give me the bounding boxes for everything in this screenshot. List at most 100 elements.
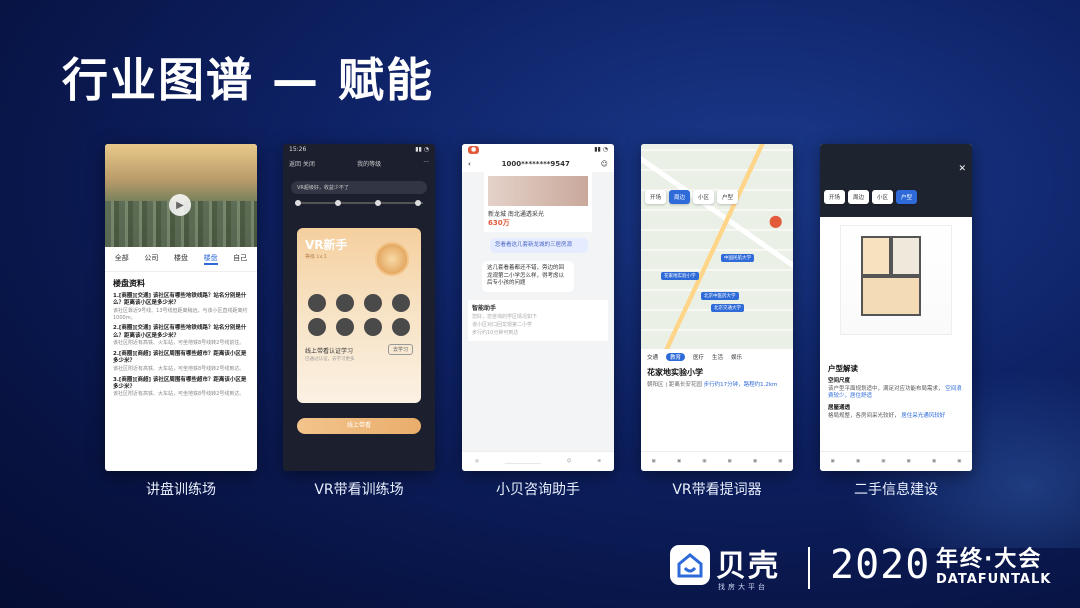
question: 2.[商圈][商超] 该社区周围有哪些超市？距离该小区是多少米？: [113, 350, 247, 365]
toolbar-icon[interactable]: ▣: [652, 459, 656, 464]
level-dot: [335, 200, 341, 206]
status-time: 15:26: [289, 146, 307, 153]
assistant-line: 该小区对口回龙观第二小学: [472, 322, 533, 329]
assistant-panel: 智能助手 您好，您咨询的学区情况如下 该小区对口回龙观第二小学 步行约10分钟可…: [468, 299, 608, 342]
skill-grid: [305, 294, 413, 336]
toolbar-icon[interactable]: ▣: [881, 459, 885, 464]
toolbar-icon[interactable]: ▣: [957, 459, 961, 464]
cta-button[interactable]: 线上带看: [297, 418, 421, 434]
add-icon[interactable]: ⊕: [597, 459, 601, 464]
school-name: 花家地实验小学: [647, 368, 703, 377]
chip-nearby[interactable]: 周边: [669, 190, 691, 204]
question: 2.[商圈][交通] 该社区有哪些地铁线路？站名分别是什么？距离该小区是多少米？: [113, 325, 247, 339]
phone-pitch-training: ▶ 全部 公司 楼盘 楼盘 自己 楼盘资料 1.[商圈][交通] 该社区有哪些地…: [105, 144, 257, 471]
floor-plan[interactable]: [840, 225, 952, 335]
tab-education[interactable]: 教育: [666, 353, 686, 361]
item-text: 格局规整，各房间采光较好，: [828, 412, 900, 419]
course-subtitle: 已通过认证，去学习更多: [305, 357, 355, 362]
skill-icon[interactable]: [336, 318, 354, 336]
answer: 该社区附近有高铁、火车站，可坐地铁8号线转2号线前往。: [113, 340, 245, 347]
tab-bar: 全部 公司 楼盘 楼盘 自己: [105, 247, 257, 272]
item-heading: 居屋通透: [828, 405, 851, 412]
chip-layout[interactable]: 户型: [896, 190, 918, 204]
toolbar-icon[interactable]: ▣: [831, 459, 835, 464]
tab-entertainment[interactable]: 娱乐: [731, 353, 742, 361]
phone-secondhand-info: 开场 周边 小区 户型 ✕ 户型解读 空间尺度 该户型平面规划适中，满足对应功能…: [820, 144, 972, 471]
chip-opening[interactable]: 开场: [824, 190, 846, 204]
tab-company[interactable]: 公司: [144, 253, 158, 265]
tab-traffic[interactable]: 交通: [647, 353, 658, 361]
tab-building[interactable]: 楼盘: [174, 253, 188, 265]
item-text: 该户型平面规划适中，满足对应功能布局需求，: [828, 385, 944, 392]
more-icon[interactable]: ···: [423, 159, 429, 168]
tab-life[interactable]: 生活: [712, 353, 723, 361]
topic-chips: 开场 周边 小区 户型: [645, 190, 739, 204]
message-incoming: 这几套看着都还不错，旁边的回龙观第二小学怎么样，得考虑以后专小孩的问题: [482, 261, 574, 292]
tab-building-active[interactable]: 楼盘: [203, 253, 218, 265]
skill-icon[interactable]: [392, 294, 410, 312]
profile-icon[interactable]: ☺: [601, 160, 608, 168]
toolbar-icon[interactable]: ▣: [677, 459, 681, 464]
toolbar-icon[interactable]: ▣: [728, 459, 732, 464]
map-pin[interactable]: 中国民航大学: [721, 254, 754, 262]
study-button[interactable]: 去学习: [387, 344, 413, 355]
toolbar-icon[interactable]: ▣: [856, 459, 860, 464]
chip-community[interactable]: 小区: [872, 190, 894, 204]
toolbar-icon[interactable]: ▣: [778, 459, 782, 464]
section-title: 楼盘资料: [113, 279, 145, 288]
listing-title: 新龙城 南北通透采光: [488, 211, 544, 218]
map-view[interactable]: 开场 周边 小区 户型 中国民航大学 花家地实验小学 北京中医药大学 北京交通大…: [641, 144, 793, 349]
tab-medical[interactable]: 医疗: [693, 353, 704, 361]
tab-self[interactable]: 自己: [233, 253, 247, 265]
chip-nearby[interactable]: 周边: [848, 190, 870, 204]
bottom-toolbar: ▣ ▣ ▣ ▣ ▣ ▣: [641, 451, 793, 471]
layout-item: 居屋通透 格局规整，各房间采光较好， 居住采光通风较好: [828, 405, 964, 420]
back-icon[interactable]: ‹: [468, 160, 471, 168]
listing-price: 630万: [488, 219, 510, 227]
skill-icon[interactable]: [364, 318, 382, 336]
phone-consult-assistant: ● ▮▮ ◔ ‹ 1000********9547 ☺ 新龙城 南北通透采光 6…: [462, 144, 614, 471]
listing-card[interactable]: 新龙城 南北通透采光 630万: [484, 172, 592, 232]
input-bar[interactable]: ◎ ＿＿＿＿＿＿＿＿ ☺ ⊕: [462, 451, 614, 471]
question: 3.[商圈][商超] 该社区周围有哪些超市？距离该小区是多少米？: [113, 376, 247, 390]
toolbar-icon[interactable]: ▣: [702, 459, 706, 464]
brand-slogan: 找房大平台: [718, 583, 768, 591]
text-input[interactable]: ＿＿＿＿＿＿＿＿: [505, 459, 541, 465]
chip-community[interactable]: 小区: [693, 190, 715, 204]
back-button[interactable]: 返回 关闭: [289, 159, 315, 168]
slide-title: 行业图谱 — 赋能: [62, 53, 435, 107]
answer: 该社区附近有高铁、大车站，可坐地铁8号线转2号线到达。: [113, 391, 245, 398]
voice-icon[interactable]: ◎: [475, 459, 479, 464]
floor-plan-room: [861, 276, 921, 316]
listing-image: [488, 176, 588, 206]
answer: 该社区附近有高铁、大车站，可坐地铁8号线转2号线到达。: [113, 365, 245, 372]
toolbar-icon[interactable]: ▣: [753, 459, 757, 464]
skill-icon[interactable]: [336, 294, 354, 312]
floor-plan-room: [891, 236, 921, 276]
close-icon[interactable]: ✕: [958, 164, 966, 174]
video-thumbnail[interactable]: ▶: [105, 144, 257, 247]
skill-icon[interactable]: [364, 294, 382, 312]
emoji-icon[interactable]: ☺: [567, 459, 572, 464]
phone-vr-prompter: 开场 周边 小区 户型 中国民航大学 花家地实验小学 北京中医药大学 北京交通大…: [641, 144, 793, 471]
event-organizer: DATAFUNTALK: [936, 572, 1052, 587]
skill-icon[interactable]: [308, 294, 326, 312]
map-pin[interactable]: 北京交通大学: [711, 304, 744, 312]
level-dot: [415, 200, 421, 206]
chip-opening[interactable]: 开场: [645, 190, 667, 204]
layout-item: 空间尺度 该户型平面规划适中，满足对应功能布局需求， 空间浪费较少，居住舒适: [828, 378, 964, 401]
toolbar-icon[interactable]: ▣: [932, 459, 936, 464]
contact-number: 1000********9547: [501, 160, 570, 168]
tab-all[interactable]: 全部: [115, 253, 129, 265]
map-pin[interactable]: 北京中医药大学: [701, 292, 739, 300]
skill-icon[interactable]: [308, 318, 326, 336]
map-pin[interactable]: 花家地实验小学: [661, 272, 699, 280]
skill-icon[interactable]: [392, 318, 410, 336]
brand-name: 贝壳: [716, 549, 780, 584]
toolbar-icon[interactable]: ▣: [907, 459, 911, 464]
play-icon[interactable]: ▶: [169, 194, 191, 216]
header-area: 开场 周边 小区 户型 ✕: [820, 144, 972, 217]
status-bar: 15:26 ▮▮ ◔: [283, 144, 435, 156]
status-bar: ● ▮▮ ◔: [462, 144, 614, 156]
chip-layout[interactable]: 户型: [717, 190, 739, 204]
